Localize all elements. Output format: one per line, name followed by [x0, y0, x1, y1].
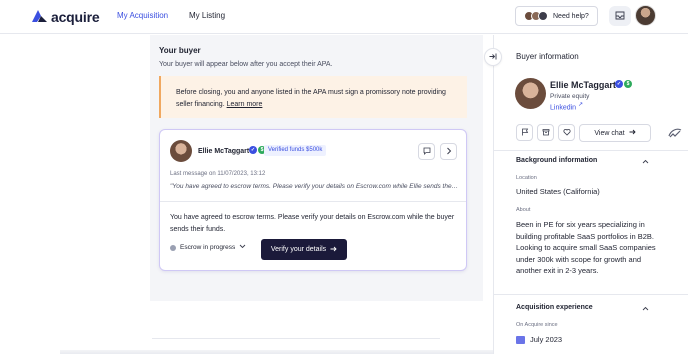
about-value: Been in PE for six years specializing in…	[516, 220, 656, 275]
heart-icon	[562, 128, 571, 138]
arrow-right-icon	[330, 246, 337, 254]
verify-details-label: Verify your details	[270, 246, 327, 253]
buyer-profile-avatar	[515, 78, 546, 109]
open-chat-button[interactable]	[440, 143, 457, 160]
brand-logo[interactable]: acquire	[32, 9, 100, 25]
collapse-panel-icon	[489, 53, 497, 62]
location-value: United States (California)	[516, 187, 600, 196]
view-chat-button[interactable]: View chat	[579, 124, 651, 142]
card-divider	[160, 201, 466, 202]
notice-text: Before closing, you and anyone listed in…	[176, 89, 446, 108]
need-help-label: Need help?	[553, 12, 589, 20]
buyer-avatar	[170, 140, 192, 162]
funds-badge-icon: $	[624, 80, 632, 88]
status-dot-icon	[170, 244, 176, 251]
verified-badge-icon: ✓	[615, 80, 623, 88]
message-preview: "You have agreed to escrow terms. Please…	[170, 183, 459, 190]
buyer-profile-name: Ellie McTaggart	[550, 80, 616, 90]
chat-button[interactable]	[418, 143, 435, 160]
support-avatars	[524, 11, 548, 21]
acquisition-collapse-button[interactable]	[642, 304, 649, 313]
nav-my-listing[interactable]: My Listing	[189, 11, 225, 20]
chevron-down-icon	[239, 244, 246, 251]
favorite-button[interactable]	[558, 124, 575, 141]
collapse-panel-button[interactable]	[484, 48, 502, 66]
archive-icon	[542, 128, 550, 138]
need-help-button[interactable]: Need help?	[515, 6, 598, 26]
floating-tool-icon[interactable]	[667, 127, 683, 141]
inbox-icon	[615, 11, 625, 22]
buyer-type: Private equity	[550, 93, 590, 100]
location-label: Location	[516, 175, 537, 181]
user-avatar[interactable]	[635, 5, 656, 26]
panel-divider	[493, 294, 688, 295]
panel-divider	[493, 150, 688, 151]
buyer-card: Ellie McTaggart ✓ $ Verified funds $500k…	[159, 129, 467, 271]
background-heading: Background information	[516, 157, 598, 164]
bottom-shade	[60, 350, 500, 354]
escrow-instruction: You have agreed to escrow terms. Please …	[170, 214, 455, 233]
verified-badge-icon: ✓	[249, 146, 257, 154]
nav-my-acquisition[interactable]: My Acquisition	[117, 11, 168, 20]
chevron-up-icon	[642, 157, 649, 166]
on-acquire-since-label: On Acquire since	[516, 322, 558, 328]
about-label: About	[516, 207, 531, 213]
escrow-status-dropdown[interactable]: Escrow in progress	[170, 244, 246, 251]
background-collapse-button[interactable]	[642, 157, 649, 166]
archive-button[interactable]	[537, 124, 554, 141]
learn-more-link[interactable]: Learn more	[227, 101, 263, 108]
calendar-icon	[516, 336, 525, 344]
your-buyer-title: Your buyer	[159, 46, 201, 55]
inbox-button[interactable]	[609, 6, 631, 26]
flag-button[interactable]	[516, 124, 533, 141]
buyer-profile-badges: ✓ $	[615, 80, 632, 88]
acquisition-heading: Acquisition experience	[516, 304, 593, 311]
content-divider	[152, 338, 440, 339]
view-chat-label: View chat	[594, 129, 625, 137]
buyer-info-title: Buyer information	[516, 52, 579, 61]
promissory-note-notice: Before closing, you and anyone listed in…	[159, 76, 467, 118]
acquire-logo-icon	[32, 10, 47, 24]
verified-funds-pill: Verified funds $500k	[264, 145, 327, 156]
on-acquire-since-value: July 2023	[530, 335, 563, 344]
arrow-right-icon	[629, 129, 636, 137]
buyer-name: Ellie McTaggart	[198, 148, 250, 155]
chat-icon	[423, 147, 431, 157]
your-buyer-subtitle: Your buyer will appear below after you a…	[159, 61, 333, 68]
linkedin-label: Linkedin	[550, 104, 577, 112]
escrow-status-label: Escrow in progress	[180, 244, 236, 251]
verify-details-button[interactable]: Verify your details	[261, 239, 347, 260]
top-navbar: acquire My Acquisition My Listing Need h…	[0, 0, 688, 34]
last-message-time: Last message on 11/07/2023, 13:12	[170, 171, 266, 177]
support-avatar	[538, 11, 548, 21]
chevron-up-icon	[642, 304, 649, 313]
linkedin-link[interactable]: Linkedin ↗	[550, 102, 583, 111]
chevron-right-icon	[446, 147, 452, 157]
brand-name: acquire	[51, 9, 100, 25]
flag-icon	[521, 128, 529, 138]
